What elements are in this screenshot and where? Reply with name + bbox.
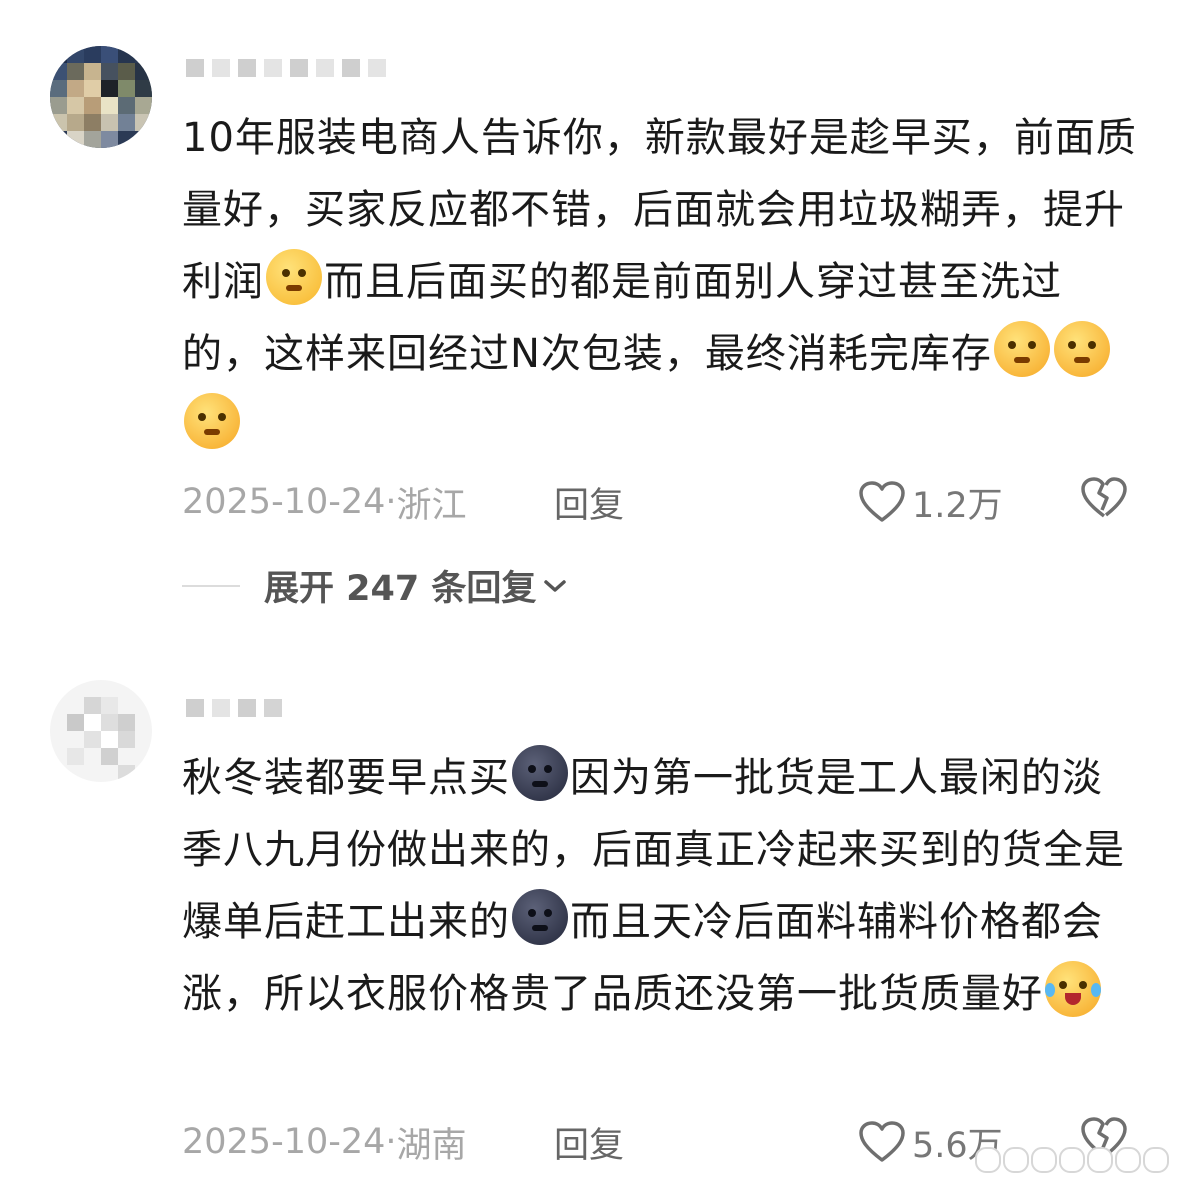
username-blurred[interactable] — [186, 58, 386, 78]
comment-location: 湖南 — [396, 1125, 467, 1166]
avatar[interactable] — [50, 680, 152, 782]
username-blurred[interactable] — [186, 698, 282, 718]
smirk-face-emoji — [1053, 321, 1110, 377]
comment-date: 2025-10-24· — [182, 482, 397, 522]
chevron-down-icon — [544, 579, 567, 592]
heart-icon — [859, 1121, 905, 1162]
pleading-face-emoji — [266, 249, 322, 305]
heart-icon — [859, 481, 905, 522]
reply-button[interactable]: 回复 — [554, 1117, 624, 1168]
comment-date: 2025-10-24· — [182, 1122, 397, 1162]
broken-heart-icon — [1081, 476, 1127, 517]
smirk-face-emoji — [184, 393, 240, 449]
comment-text: 10年服装电商人告诉你，新款最好是趁早买，前面质量好，买家反应都不错，后面就会用… — [182, 102, 1142, 462]
like-count: 1.2万 — [912, 485, 1003, 526]
comment-meta: 2025-10-24· 浙江 回复 1.2万 — [182, 476, 1142, 526]
avatar[interactable] — [50, 46, 152, 148]
new-moon-face-emoji — [512, 745, 568, 801]
divider-line — [182, 584, 240, 587]
watermark — [975, 1147, 1169, 1173]
new-moon-face-emoji — [512, 889, 568, 945]
comment-text: 秋冬装都要早点买 因为第一批货是工人最闲的淡季八九月份做出来的，后面真正冷起来买到… — [182, 742, 1142, 1030]
expand-replies-button[interactable]: 展开 247 条回复 — [182, 560, 568, 611]
like-button[interactable]: 1.2万 — [858, 477, 1003, 528]
dislike-button[interactable] — [1080, 476, 1128, 529]
expand-replies-label: 展开 247 条回复 — [264, 569, 537, 609]
reply-button[interactable]: 回复 — [554, 477, 624, 528]
comment-location: 浙江 — [396, 485, 467, 526]
comment-text-part: 秋冬装都要早点买 — [182, 755, 510, 801]
smirk-face-emoji — [993, 321, 1050, 377]
laughing-crying-emoji — [1045, 961, 1101, 1017]
